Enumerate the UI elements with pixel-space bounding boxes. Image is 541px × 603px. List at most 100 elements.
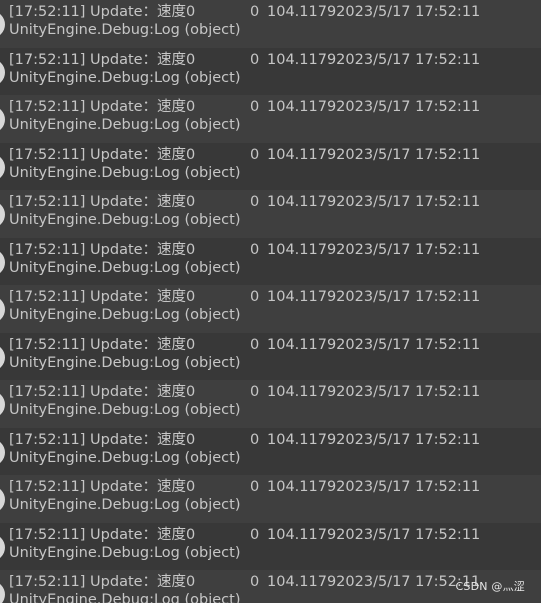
log-entry[interactable]: [17:52:11] Update：速度0 0 104.11792023/5/17 … [0,237,541,285]
log-message-line: [17:52:11] Update：速度0 0 104.11792023/5/17 … [9,478,480,496]
log-value-datetime: 104.11792023/5/17 17:52:11 [267,289,481,305]
log-timestamp: [17:52:11] [9,479,86,495]
log-entry[interactable]: [17:52:11] Update：速度0 0 104.11792023/5/17 … [0,95,541,143]
log-zero-value: 0 [250,4,260,20]
log-value-datetime: 104.11792023/5/17 17:52:11 [267,146,481,163]
log-source: UnityEngine.Debug:Log (object) [9,259,241,276]
log-source: UnityEngine.Debug:Log (object) [9,22,241,38]
log-value-datetime: 104.11792023/5/17 17:52:11 [267,526,481,543]
log-message-line: [17:52:11] Update：速度0 0 104.11792023/5/17 … [9,383,480,401]
log-source: UnityEngine.Debug:Log (object) [9,117,241,133]
info-icon [0,533,5,561]
log-zero-value: 0 [250,99,260,115]
info-icon [0,391,5,418]
log-message: Update：速度0 [90,479,196,495]
log-value-datetime: 104.11792023/5/17 17:52:11 [267,99,481,115]
log-value-datetime: 104.11792023/5/17 17:52:11 [267,241,481,258]
info-icon [0,296,5,323]
log-message: Update：速度0 [90,526,196,543]
info-icon [0,58,5,86]
info-icon [0,106,5,133]
log-zero-value: 0 [250,431,260,448]
log-value-datetime: 104.11792023/5/17 17:52:11 [267,574,481,590]
log-message: Update：速度0 [90,336,196,353]
info-icon [0,438,5,466]
log-zero-value: 0 [250,146,260,163]
info-icon [0,153,5,181]
log-message: Update：速度0 [90,99,196,115]
log-timestamp: [17:52:11] [9,51,86,68]
log-timestamp: [17:52:11] [9,99,86,115]
log-message-line: [17:52:11] Update：速度0 0 104.11792023/5/17 … [9,98,480,116]
log-message: Update：速度0 [90,384,196,400]
info-icon [0,248,5,276]
log-message: Update：速度0 [90,146,196,163]
log-source: UnityEngine.Debug:Log (object) [9,592,241,603]
log-message-line: [17:52:11] Update：速度0 0 104.11792023/5/17 … [9,431,480,449]
log-timestamp: [17:52:11] [9,194,86,210]
log-source: UnityEngine.Debug:Log (object) [9,212,241,228]
log-timestamp: [17:52:11] [9,289,86,305]
log-message-line: [17:52:11] Update：速度0 0 104.11792023/5/17 … [9,193,480,211]
log-zero-value: 0 [250,479,260,495]
log-message-line: [17:52:11] Update：速度0 0 104.11792023/5/17 … [9,336,480,354]
log-message-line: [17:52:11] Update：速度0 0 104.11792023/5/17 … [9,573,480,591]
log-zero-value: 0 [250,51,260,68]
log-timestamp: [17:52:11] [9,431,86,448]
log-timestamp: [17:52:11] [9,574,86,590]
watermark: CSDN @灬涩 [455,580,525,593]
log-zero-value: 0 [250,336,260,353]
log-message: Update：速度0 [90,431,196,448]
log-message-line: [17:52:11] Update：速度0 0 104.11792023/5/17 … [9,241,480,259]
log-source: UnityEngine.Debug:Log (object) [9,354,241,371]
log-message-line: [17:52:11] Update：速度0 0 104.11792023/5/17 … [9,288,480,306]
log-value-datetime: 104.11792023/5/17 17:52:11 [267,194,481,210]
log-source: UnityEngine.Debug:Log (object) [9,544,241,561]
log-entry[interactable]: [17:52:11] Update：速度0 0 104.11792023/5/17 … [0,380,541,428]
log-entry[interactable]: [17:52:11] Update：速度0 0 104.11792023/5/17 … [0,332,541,380]
log-timestamp: [17:52:11] [9,526,86,543]
log-message: Update：速度0 [90,51,196,68]
log-source: UnityEngine.Debug:Log (object) [9,402,241,418]
log-timestamp: [17:52:11] [9,146,86,163]
log-entry[interactable]: [17:52:11] Update：速度0 0 104.11792023/5/17 … [0,142,541,190]
log-entry[interactable]: [17:52:11] Update：速度0 0 104.11792023/5/17 … [0,475,541,523]
log-entry[interactable]: [17:52:11] Update：速度0 0 104.11792023/5/17 … [0,0,541,48]
log-zero-value: 0 [250,574,260,590]
info-icon [0,581,5,603]
log-message: Update：速度0 [90,194,196,210]
log-timestamp: [17:52:11] [9,336,86,353]
log-value-datetime: 104.11792023/5/17 17:52:11 [267,479,481,495]
log-entry[interactable]: [17:52:11] Update：速度0 0 104.11792023/5/17 … [0,285,541,333]
log-entry[interactable]: [17:52:11] Update：速度0 0 104.11792023/5/17 … [0,427,541,475]
log-timestamp: [17:52:11] [9,384,86,400]
log-value-datetime: 104.11792023/5/17 17:52:11 [267,431,481,448]
log-value-datetime: 104.11792023/5/17 17:52:11 [267,51,481,68]
log-message-line: [17:52:11] Update：速度0 0 104.11792023/5/17 … [9,146,480,164]
info-icon [0,486,5,513]
log-source: UnityEngine.Debug:Log (object) [9,164,241,181]
info-icon [0,343,5,371]
log-entry[interactable]: [17:52:11] Update：速度0 0 104.11792023/5/17 … [0,47,541,95]
log-source: UnityEngine.Debug:Log (object) [9,307,241,323]
info-icon [0,11,5,38]
log-zero-value: 0 [250,194,260,210]
log-entry[interactable]: [17:52:11] Update：速度0 0 104.11792023/5/17 … [0,190,541,238]
log-source: UnityEngine.Debug:Log (object) [9,449,241,466]
info-icon [0,201,5,228]
log-zero-value: 0 [250,289,260,305]
log-zero-value: 0 [250,384,260,400]
log-message-line: [17:52:11] Update：速度0 0 104.11792023/5/17 … [9,51,480,69]
log-zero-value: 0 [250,526,260,543]
log-source: UnityEngine.Debug:Log (object) [9,69,241,86]
log-message: Update：速度0 [90,4,196,20]
log-message: Update：速度0 [90,289,196,305]
log-message: Update：速度0 [90,241,196,258]
log-message-line: [17:52:11] Update：速度0 0 104.11792023/5/17 … [9,3,480,21]
log-message-line: [17:52:11] Update：速度0 0 104.11792023/5/17 … [9,526,480,544]
log-value-datetime: 104.11792023/5/17 17:52:11 [267,4,481,20]
log-message: Update：速度0 [90,574,196,590]
log-zero-value: 0 [250,241,260,258]
log-timestamp: [17:52:11] [9,4,86,20]
log-entry[interactable]: [17:52:11] Update：速度0 0 104.11792023/5/17 … [0,522,541,570]
